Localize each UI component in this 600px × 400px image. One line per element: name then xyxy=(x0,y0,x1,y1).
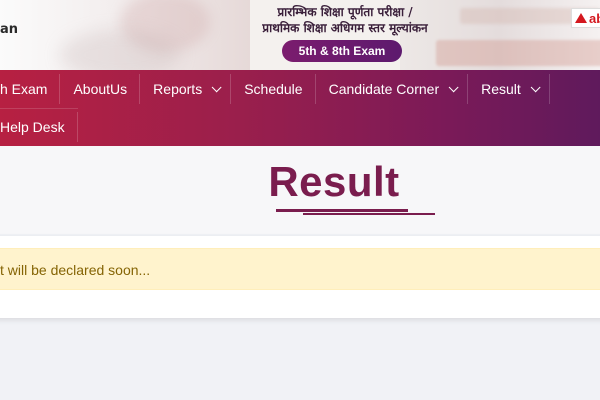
page-title: Result xyxy=(268,158,400,205)
exam-badge: 5th & 8th Exam xyxy=(282,40,402,62)
title-underline-offset xyxy=(303,213,435,215)
nav-item-help-desk[interactable]: Help Desk xyxy=(0,108,78,146)
exam-title-line1: प्रारम्भिक शिक्षा पूर्णता परीक्षा / xyxy=(277,5,413,19)
nav-item-label: Reports xyxy=(153,81,203,97)
logo-text: ab xyxy=(589,10,600,26)
notice-text: t will be declared soon... xyxy=(0,262,151,278)
main-nav: h Exam AboutUs Reports Schedule Candidat… xyxy=(0,70,600,146)
nav-item-aboutus[interactable]: AboutUs xyxy=(60,70,140,108)
nav-item-label: Result xyxy=(481,81,521,97)
header-photo-left xyxy=(0,0,250,70)
exam-badge-label: 5th & 8th Exam xyxy=(298,44,386,58)
nav-row-2: Help Desk xyxy=(0,108,78,146)
nav-item-exam[interactable]: h Exam xyxy=(0,70,61,108)
nav-item-schedule[interactable]: Schedule xyxy=(231,70,316,108)
nav-item-label: Help Desk xyxy=(0,119,65,135)
news-logo[interactable]: ab xyxy=(571,8,600,28)
chevron-down-icon xyxy=(211,81,222,92)
site-header: an प्रारम्भिक शिक्षा पूर्णता परीक्षा / प… xyxy=(0,0,600,70)
title-underline xyxy=(276,209,408,212)
nav-row-1: h Exam AboutUs Reports Schedule Candidat… xyxy=(0,70,550,108)
nav-item-label: Schedule xyxy=(244,81,303,97)
nav-item-label: h Exam xyxy=(0,81,48,97)
nav-item-result[interactable]: Result xyxy=(468,70,550,108)
exam-title-line2: प्राथमिक शिक्षा अधिगम स्तर मूल्यांकन xyxy=(262,21,428,35)
chevron-down-icon xyxy=(448,81,459,92)
nav-item-label: AboutUs xyxy=(73,81,128,97)
nav-item-reports[interactable]: Reports xyxy=(140,70,232,108)
chevron-down-icon xyxy=(530,81,541,92)
org-name: an xyxy=(0,22,19,37)
logo-triangle-icon xyxy=(575,13,587,23)
nav-item-label: Candidate Corner xyxy=(328,81,440,97)
nav-item-candidate-corner[interactable]: Candidate Corner xyxy=(316,70,469,108)
